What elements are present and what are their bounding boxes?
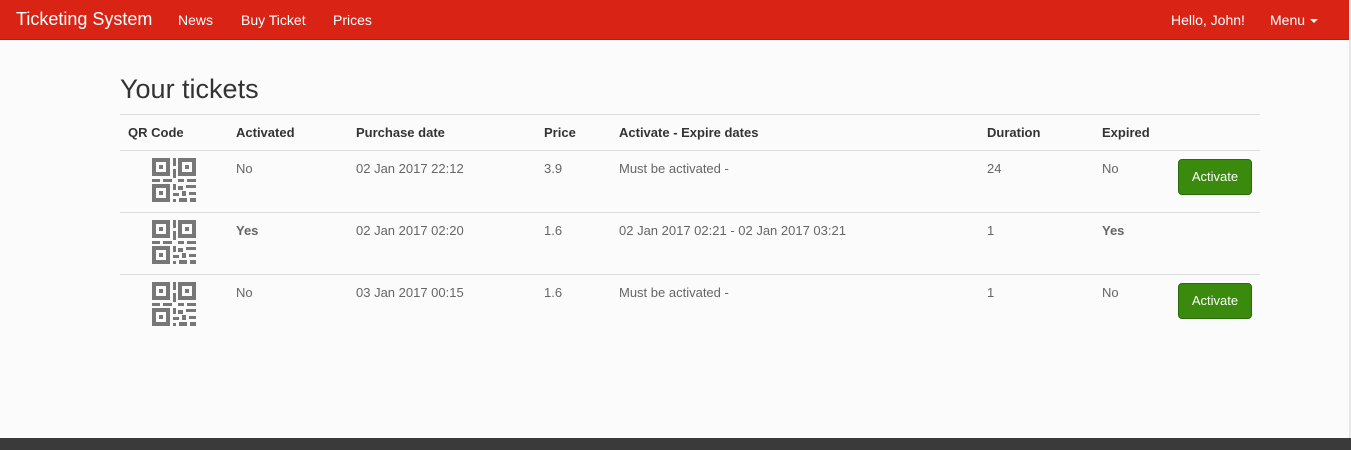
price-cell: 1.6	[536, 212, 611, 275]
table-row: No 03 Jan 2017 00:15 1.6 Must be activat…	[120, 275, 1260, 337]
column-header-activate-expire-dates: Activate - Expire dates	[611, 114, 979, 151]
activate-button[interactable]: Activate	[1178, 283, 1252, 319]
table-row: No 02 Jan 2017 22:12 3.9 Must be activat…	[120, 150, 1260, 213]
user-greeting-link[interactable]: Hello, John!	[1171, 12, 1245, 28]
activate-expire-dates-cell: Must be activated -	[611, 150, 979, 213]
nav-link-prices[interactable]: Prices	[333, 12, 372, 28]
column-header-duration: Duration	[979, 114, 1094, 151]
activate-expire-dates-cell: 02 Jan 2017 02:21 - 02 Jan 2017 03:21	[611, 212, 979, 275]
caret-down-icon	[1310, 19, 1319, 24]
qr-code-icon	[152, 158, 196, 205]
top-navbar: Ticketing System News Buy Ticket Prices …	[0, 0, 1349, 40]
qr-code-cell	[120, 150, 228, 213]
column-header-activated: Activated	[228, 114, 348, 151]
column-header-actions	[1170, 114, 1260, 151]
qr-code-icon	[152, 282, 196, 329]
menu-dropdown-toggle[interactable]: Menu	[1270, 12, 1319, 28]
table-row: Yes 02 Jan 2017 02:20 1.6 02 Jan 2017 02…	[120, 212, 1260, 275]
duration-cell: 1	[987, 285, 995, 300]
menu-label: Menu	[1270, 12, 1306, 28]
activated-cell: Yes	[228, 212, 348, 275]
activated-cell: No	[228, 150, 348, 213]
action-cell: Activate	[1170, 275, 1260, 337]
column-header-qr-code: QR Code	[120, 114, 228, 151]
duration-cell: 24	[979, 150, 1094, 213]
expired-cell: Yes	[1094, 212, 1170, 275]
duration-cell: 1	[979, 212, 1094, 275]
column-header-expired: Expired	[1094, 114, 1170, 151]
purchase-date-cell: 02 Jan 2017 02:20	[348, 212, 536, 275]
qr-code-icon	[152, 220, 196, 267]
column-header-purchase-date: Purchase date	[348, 114, 536, 151]
activated-cell: No	[236, 285, 253, 300]
qr-code-cell	[120, 275, 228, 337]
table-header-row: QR Code Activated Purchase date Price Ac…	[120, 114, 1260, 151]
activate-expire-dates-cell: Must be activated -	[619, 285, 729, 300]
brand-link[interactable]: Ticketing System	[16, 9, 152, 30]
purchase-date-cell: 02 Jan 2017 22:12	[348, 150, 536, 213]
column-header-price: Price	[536, 114, 611, 151]
nav-link-news[interactable]: News	[178, 12, 213, 28]
footer-bar	[0, 438, 1351, 450]
activate-button[interactable]: Activate	[1178, 159, 1252, 195]
qr-code-cell	[120, 212, 228, 275]
price-cell: 1.6	[544, 285, 563, 300]
purchase-date-cell: 03 Jan 2017 00:15	[356, 285, 464, 300]
expired-cell: No	[1094, 150, 1170, 213]
action-cell: Activate	[1170, 150, 1260, 213]
tickets-table: QR Code Activated Purchase date Price Ac…	[120, 114, 1260, 337]
price-cell: 3.9	[536, 150, 611, 213]
page-title: Your tickets	[120, 74, 259, 104]
nav-link-buy-ticket[interactable]: Buy Ticket	[241, 12, 306, 28]
action-cell	[1170, 212, 1260, 275]
expired-cell: No	[1102, 285, 1119, 300]
